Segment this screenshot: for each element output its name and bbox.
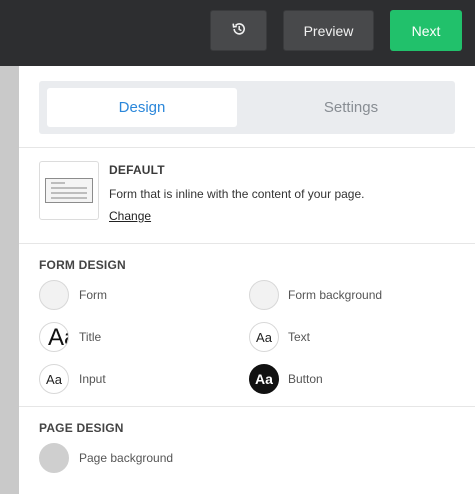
button-option-label: Button [288,372,323,386]
layout-thumbnail[interactable] [39,161,99,220]
change-layout-link[interactable]: Change [109,209,151,223]
design-panel: Design Settings DEFAULT Form that is inl… [19,66,475,494]
button-font-glyph: Aa [255,371,273,387]
left-gutter [0,66,19,494]
form-option-label: Form [79,288,107,302]
divider [19,406,475,407]
page-background-swatch[interactable] [39,443,69,473]
text-option-label: Text [288,330,311,344]
inline-layout-preview [45,178,93,203]
form-background-label: Form background [288,288,383,302]
preview-button[interactable]: Preview [283,10,374,51]
tab-design[interactable]: Design [47,88,237,127]
divider [19,243,475,244]
layout-description: Form that is inline with the content of … [109,187,365,201]
page-background-label: Page background [79,451,174,465]
form-color-swatch[interactable] [39,280,69,310]
next-button[interactable]: Next [390,10,462,51]
history-icon [231,21,247,40]
page-design-title: PAGE DESIGN [39,421,124,435]
layout-title: DEFAULT [109,163,165,177]
input-font-swatch[interactable]: Aa [39,364,69,394]
title-option-label: Title [79,330,102,344]
text-font-swatch[interactable]: Aa [249,322,279,352]
title-font-swatch[interactable]: Aa [39,322,69,352]
history-button[interactable] [210,10,267,51]
input-option-label: Input [79,372,106,386]
form-design-title: FORM DESIGN [39,258,126,272]
form-background-swatch[interactable] [249,280,279,310]
divider [19,147,475,148]
tab-settings[interactable]: Settings [256,88,446,127]
button-style-swatch[interactable]: Aa [249,364,279,394]
title-font-glyph: Aa [48,324,68,351]
input-font-glyph: Aa [46,371,62,387]
text-font-glyph: Aa [256,329,272,345]
top-toolbar: Preview Next [0,0,475,66]
tab-bar: Design Settings [39,81,455,134]
